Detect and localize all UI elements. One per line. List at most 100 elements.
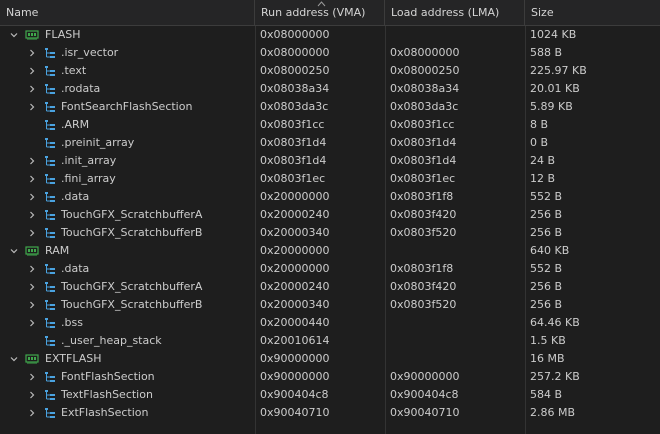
section-name: .fini_array	[61, 172, 116, 185]
vma-cell: 0x0803f1cc	[260, 118, 325, 131]
chevron-right-icon[interactable]	[26, 296, 38, 314]
section-name: FontSearchFlashSection	[61, 100, 193, 113]
lma-cell: 0x0803f1cc	[390, 118, 455, 131]
section-name: TouchGFX_ScratchbufferB	[61, 226, 203, 239]
size-cell: 640 KB	[530, 244, 570, 257]
table-row[interactable]: .text 0x08000250 0x08000250 225.97 KB	[0, 62, 660, 80]
table-row[interactable]: RAM 0x20000000 640 KB	[0, 242, 660, 260]
size-cell: 256 B	[530, 298, 563, 311]
table-row[interactable]: FLASH 0x08000000 1024 KB	[0, 26, 660, 44]
vma-cell: 0x20000240	[260, 280, 330, 293]
chevron-right-icon[interactable]	[26, 170, 38, 188]
chevron-right-icon[interactable]	[26, 152, 38, 170]
size-cell: 256 B	[530, 208, 563, 221]
section-icon	[43, 299, 57, 311]
size-cell: 584 B	[530, 388, 563, 401]
table-row[interactable]: EXTFLASH 0x90000000 16 MB	[0, 350, 660, 368]
size-cell: 225.97 KB	[530, 64, 587, 77]
table-row[interactable]: .preinit_array 0x0803f1d4 0x0803f1d4 0 B	[0, 134, 660, 152]
section-icon	[43, 389, 57, 401]
column-header-name[interactable]: Name	[0, 0, 255, 26]
section-name: FontFlashSection	[61, 370, 155, 383]
size-cell: 12 B	[530, 172, 556, 185]
table-row[interactable]: .bss 0x20000440 64.46 KB	[0, 314, 660, 332]
chevron-right-icon[interactable]	[26, 224, 38, 242]
name-cell: .bss	[0, 314, 254, 332]
section-name: FLASH	[45, 28, 81, 41]
table-row[interactable]: TouchGFX_ScratchbufferB 0x20000340 0x080…	[0, 224, 660, 242]
column-header-size[interactable]: Size	[525, 0, 660, 26]
size-cell: 1.5 KB	[530, 334, 566, 347]
chevron-right-icon[interactable]	[26, 314, 38, 332]
table-row[interactable]: .rodata 0x08038a34 0x08038a34 20.01 KB	[0, 80, 660, 98]
name-cell: TouchGFX_ScratchbufferA	[0, 278, 254, 296]
chevron-right-icon[interactable]	[26, 260, 38, 278]
section-icon	[43, 371, 57, 383]
chevron-right-icon[interactable]	[26, 80, 38, 98]
table-row[interactable]: TouchGFX_ScratchbufferB 0x20000340 0x080…	[0, 296, 660, 314]
name-cell: TouchGFX_ScratchbufferA	[0, 206, 254, 224]
lma-cell: 0x900404c8	[390, 388, 459, 401]
table-row[interactable]: FontSearchFlashSection 0x0803da3c 0x0803…	[0, 98, 660, 116]
section-icon	[43, 137, 57, 149]
table-row[interactable]: TextFlashSection 0x900404c8 0x900404c8 5…	[0, 386, 660, 404]
table-row[interactable]: .data 0x20000000 0x0803f1f8 552 B	[0, 260, 660, 278]
lma-cell: 0x0803f1ec	[390, 172, 456, 185]
vma-cell: 0x08000250	[260, 64, 330, 77]
section-name: TextFlashSection	[61, 388, 153, 401]
memory-region-icon	[25, 29, 39, 41]
lma-cell: 0x90040710	[390, 406, 460, 419]
vma-cell: 0x90000000	[260, 352, 330, 365]
name-cell: TouchGFX_ScratchbufferB	[0, 224, 254, 242]
table-row[interactable]: TouchGFX_ScratchbufferA 0x20000240 0x080…	[0, 278, 660, 296]
name-cell: ._user_heap_stack	[0, 332, 254, 350]
section-icon	[43, 65, 57, 77]
table-row[interactable]: TouchGFX_ScratchbufferA 0x20000240 0x080…	[0, 206, 660, 224]
lma-cell: 0x0803f420	[390, 280, 457, 293]
vma-cell: 0x20000340	[260, 226, 330, 239]
table-row[interactable]: ._user_heap_stack 0x20010614 1.5 KB	[0, 332, 660, 350]
name-cell: .text	[0, 62, 254, 80]
lma-cell: 0x0803f1d4	[390, 154, 457, 167]
lma-cell: 0x0803f1f8	[390, 262, 454, 275]
vma-cell: 0x20000000	[260, 244, 330, 257]
section-name: .bss	[61, 316, 83, 329]
lma-cell: 0x0803f420	[390, 208, 457, 221]
chevron-right-icon[interactable]	[26, 368, 38, 386]
section-icon	[43, 155, 57, 167]
vma-cell: 0x08000000	[260, 28, 330, 41]
section-name: TouchGFX_ScratchbufferA	[61, 208, 203, 221]
chevron-right-icon[interactable]	[26, 278, 38, 296]
section-name: .init_array	[61, 154, 117, 167]
chevron-right-icon[interactable]	[26, 188, 38, 206]
chevron-right-icon[interactable]	[26, 404, 38, 422]
table-row[interactable]: ExtFlashSection 0x90040710 0x90040710 2.…	[0, 404, 660, 422]
vma-cell: 0x90040710	[260, 406, 330, 419]
table-row[interactable]: FontFlashSection 0x90000000 0x90000000 2…	[0, 368, 660, 386]
vma-cell: 0x20000440	[260, 316, 330, 329]
chevron-down-icon[interactable]	[8, 26, 20, 44]
section-icon	[43, 227, 57, 239]
section-name: .data	[61, 190, 90, 203]
table-row[interactable]: .ARM 0x0803f1cc 0x0803f1cc 8 B	[0, 116, 660, 134]
name-cell: .preinit_array	[0, 134, 254, 152]
size-cell: 588 B	[530, 46, 563, 59]
section-icon	[43, 191, 57, 203]
table-row[interactable]: .init_array 0x0803f1d4 0x0803f1d4 24 B	[0, 152, 660, 170]
chevron-down-icon[interactable]	[8, 350, 20, 368]
chevron-right-icon[interactable]	[26, 62, 38, 80]
size-cell: 20.01 KB	[530, 82, 580, 95]
column-header-lma[interactable]: Load address (LMA)	[385, 0, 525, 26]
chevron-right-icon[interactable]	[26, 44, 38, 62]
table-row[interactable]: .data 0x20000000 0x0803f1f8 552 B	[0, 188, 660, 206]
name-cell: .isr_vector	[0, 44, 254, 62]
section-icon	[43, 101, 57, 113]
chevron-right-icon[interactable]	[26, 98, 38, 116]
lma-cell: 0x0803da3c	[390, 100, 459, 113]
table-row[interactable]: .isr_vector 0x08000000 0x08000000 588 B	[0, 44, 660, 62]
table-row[interactable]: .fini_array 0x0803f1ec 0x0803f1ec 12 B	[0, 170, 660, 188]
chevron-right-icon[interactable]	[26, 386, 38, 404]
chevron-down-icon[interactable]	[8, 242, 20, 260]
lma-cell: 0x0803f520	[390, 298, 457, 311]
chevron-right-icon[interactable]	[26, 206, 38, 224]
